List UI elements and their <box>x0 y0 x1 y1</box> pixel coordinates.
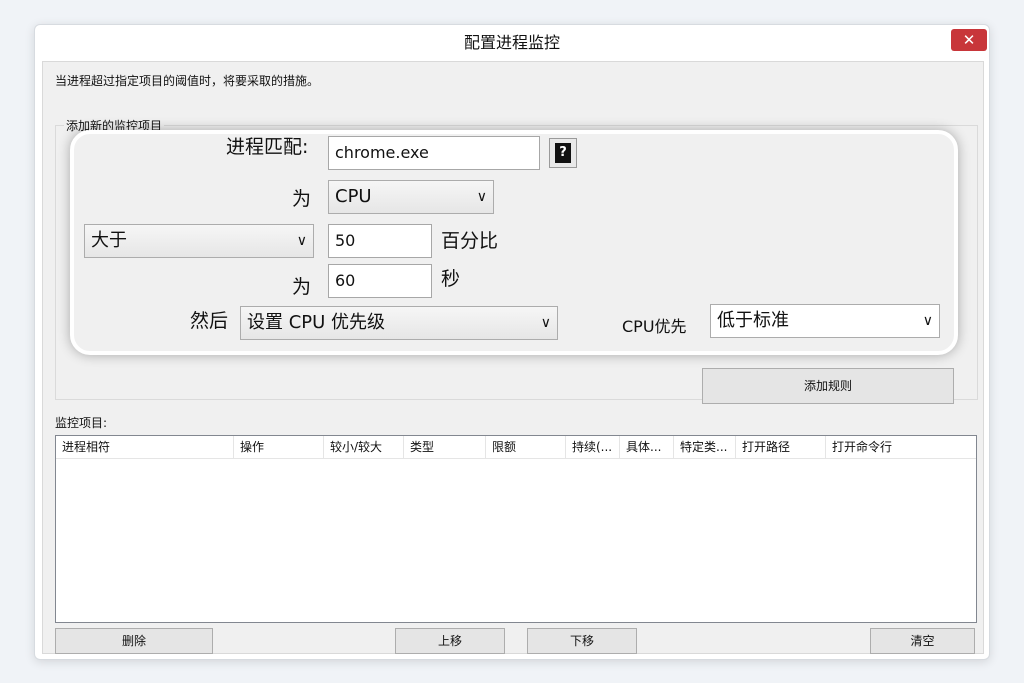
column-header[interactable]: 进程相符 <box>56 436 234 458</box>
dialog-title: 配置进程监控 <box>463 33 560 52</box>
action-select[interactable]: 设置 CPU 优先级 ∨ <box>240 306 558 340</box>
threshold-input[interactable]: 50 <box>328 224 432 258</box>
chevron-down-icon: ∨ <box>296 233 307 249</box>
list-header: 进程相符 操作 较小/较大 类型 限额 持续(... 具体... 特定类... … <box>56 436 976 459</box>
column-header[interactable]: 持续(... <box>566 436 620 458</box>
process-match-input[interactable]: chrome.exe <box>328 136 540 170</box>
monitor-list-label: 监控项目: <box>55 416 108 430</box>
action-select-value: 设置 CPU 优先级 <box>247 312 386 333</box>
column-header[interactable]: 具体... <box>620 436 674 458</box>
description-text: 当进程超过指定项目的阈值时，将要采取的措施。 <box>55 74 320 88</box>
comparison-select[interactable]: 大于 ∨ <box>84 224 314 258</box>
for-label: 为 <box>292 276 312 298</box>
column-header[interactable]: 打开路径 <box>736 436 826 458</box>
move-up-button[interactable]: 上移 <box>395 628 505 654</box>
resource-select[interactable]: CPU ∨ <box>328 180 494 214</box>
help-button[interactable]: ? <box>549 138 577 168</box>
resource-select-value: CPU <box>335 186 372 207</box>
help-icon: ? <box>555 143 571 163</box>
process-match-label: 进程匹配: <box>226 136 309 158</box>
duration-unit-label: 秒 <box>441 268 461 290</box>
close-icon: ✕ <box>962 31 976 49</box>
cpu-priority-label: CPU优先 <box>622 317 687 336</box>
duration-input[interactable]: 60 <box>328 264 432 298</box>
chevron-down-icon: ∨ <box>540 315 551 331</box>
then-label: 然后 <box>190 310 229 332</box>
for-label: 为 <box>292 188 312 210</box>
add-rule-button[interactable]: 添加规则 <box>702 368 954 404</box>
delete-button[interactable]: 删除 <box>55 628 213 654</box>
column-header[interactable]: 操作 <box>234 436 324 458</box>
column-header[interactable]: 打开命令行 <box>826 436 976 458</box>
column-header[interactable]: 特定类... <box>674 436 736 458</box>
move-down-button[interactable]: 下移 <box>527 628 637 654</box>
monitor-list[interactable]: 进程相符 操作 较小/较大 类型 限额 持续(... 具体... 特定类... … <box>55 435 977 623</box>
column-header[interactable]: 类型 <box>404 436 486 458</box>
column-header[interactable]: 限额 <box>486 436 566 458</box>
priority-select[interactable]: 低于标准 ∨ <box>710 304 940 338</box>
priority-select-value: 低于标准 <box>717 310 789 331</box>
close-button[interactable]: ✕ <box>951 29 987 51</box>
rule-editor-panel: 进程匹配: chrome.exe ? 为 CPU ∨ 大于 ∨ 50 百分比 为… <box>70 130 958 355</box>
column-header[interactable]: 较小/较大 <box>324 436 404 458</box>
chevron-down-icon: ∨ <box>476 189 487 205</box>
threshold-unit-label: 百分比 <box>441 230 499 252</box>
clear-button[interactable]: 清空 <box>870 628 975 654</box>
comparison-select-value: 大于 <box>91 230 127 251</box>
chevron-down-icon: ∨ <box>922 313 933 329</box>
